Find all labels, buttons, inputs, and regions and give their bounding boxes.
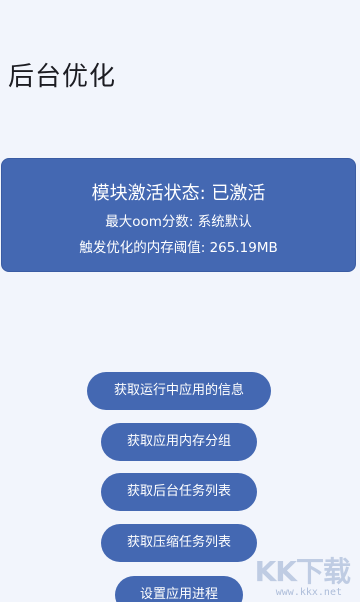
max-oom-score-text: 最大oom分数: 系统默认 <box>105 214 252 230</box>
get-memory-groups-button[interactable]: 获取应用内存分组 <box>101 423 257 461</box>
watermark-logo: KK下载 <box>254 555 351 588</box>
watermark: KK下载 www.kkx.net <box>244 550 354 598</box>
get-running-apps-button[interactable]: 获取运行中应用的信息 <box>87 372 271 410</box>
app-screen: 后台优化 模块激活状态: 已激活 最大oom分数: 系统默认 触发优化的内存阈值… <box>0 0 360 602</box>
set-app-process-button[interactable]: 设置应用进程 <box>115 576 243 602</box>
activation-status-text: 模块激活状态: 已激活 <box>91 183 266 204</box>
watermark-url: www.kkx.net <box>275 587 342 598</box>
page-title: 后台优化 <box>8 62 117 92</box>
get-background-tasks-button[interactable]: 获取后台任务列表 <box>101 473 257 511</box>
memory-threshold-text: 触发优化的内存阈值: 265.19MB <box>79 240 278 256</box>
module-status-card: 模块激活状态: 已激活 最大oom分数: 系统默认 触发优化的内存阈值: 265… <box>1 158 356 272</box>
get-compress-tasks-button[interactable]: 获取压缩任务列表 <box>101 524 257 562</box>
